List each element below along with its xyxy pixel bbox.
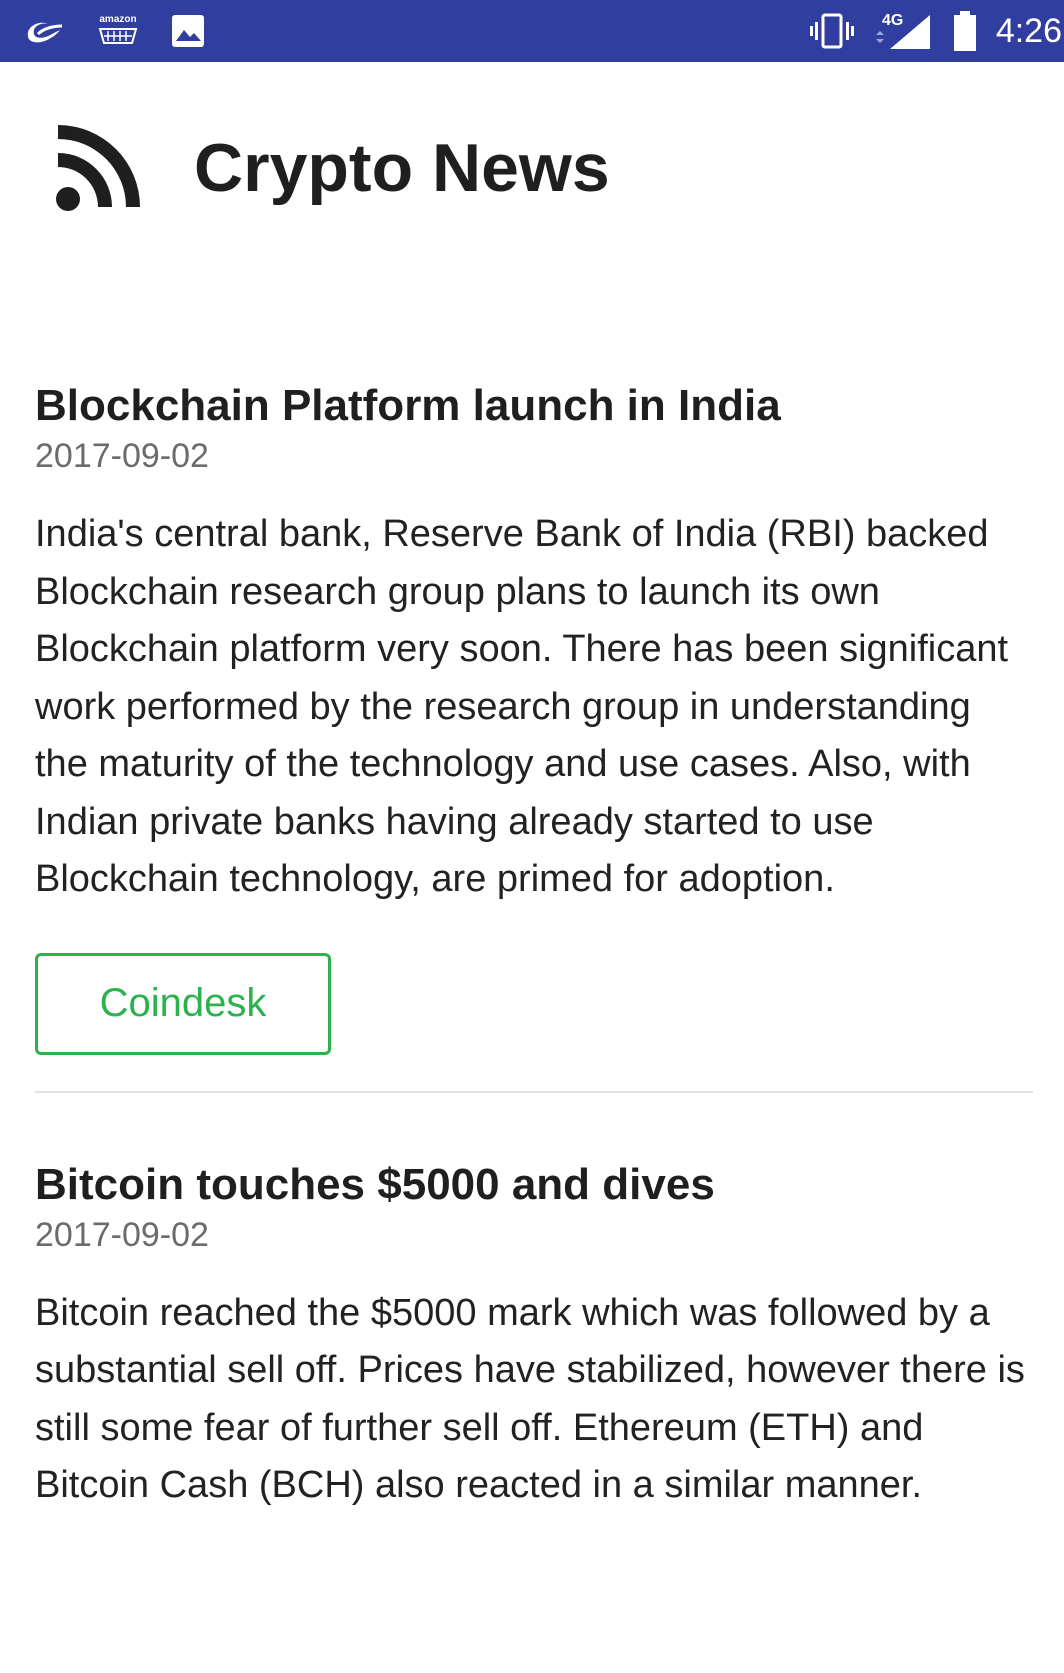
gallery-icon: [170, 13, 206, 49]
article-title[interactable]: Blockchain Platform launch in India: [35, 380, 1033, 432]
clock: 4:26: [995, 11, 1062, 50]
article-body: Bitcoin reached the $5000 mark which was…: [35, 1291, 1025, 1507]
signal-4g-icon: 4G: [872, 11, 934, 51]
alibaba-icon: [22, 16, 66, 46]
status-bar: amazon 4G 4:26: [0, 0, 1064, 62]
page-title: Crypto News: [194, 130, 610, 206]
news-article: Blockchain Platform launch in India 2017…: [35, 380, 1033, 1093]
article-title[interactable]: Bitcoin touches $5000 and dives: [35, 1159, 1033, 1211]
notification-icons: amazon: [22, 0, 206, 62]
source-button-coindesk[interactable]: Coindesk: [35, 952, 331, 1055]
vibrate-icon: [809, 13, 854, 49]
news-article: Bitcoin touches $5000 and dives 2017-09-…: [35, 1159, 1033, 1551]
battery-icon: [952, 11, 978, 51]
article-body: India's central bank, Reserve Bank of In…: [35, 513, 1009, 900]
amazon-icon: amazon: [98, 15, 138, 47]
article-date: 2017-09-02: [35, 1215, 209, 1254]
amazon-label: amazon: [99, 14, 137, 25]
article-date: 2017-09-02: [35, 437, 209, 475]
rss-icon: [54, 123, 144, 213]
app-header: Crypto News: [54, 118, 610, 218]
news-list: Blockchain Platform launch in India 2017…: [35, 380, 1033, 1617]
system-icons: 4G 4:26: [809, 0, 1064, 62]
network-label: 4G: [882, 12, 903, 29]
